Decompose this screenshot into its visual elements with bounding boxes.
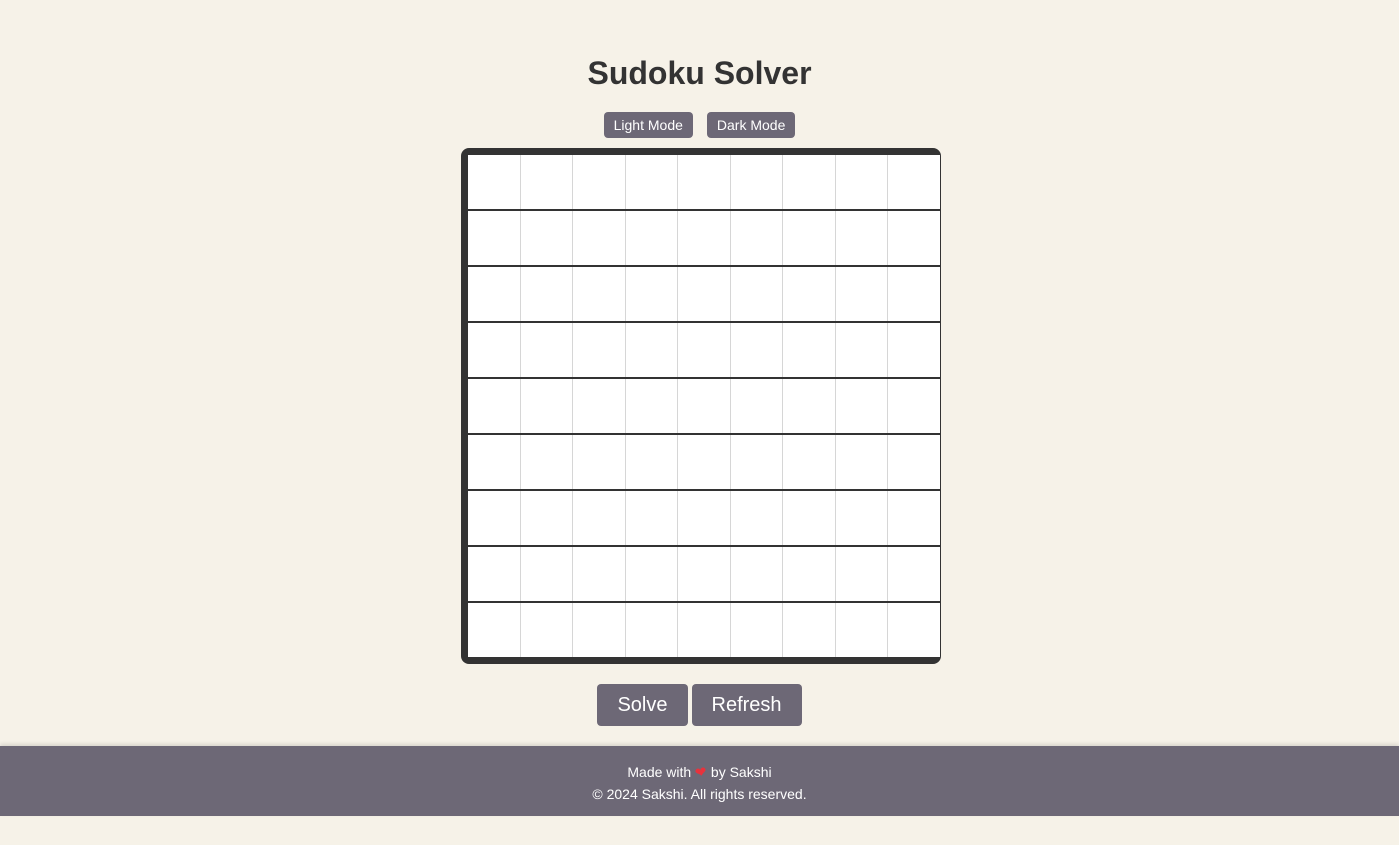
footer-copyright: © 2024 Sakshi. All rights reserved. <box>592 786 807 802</box>
sudoku-cell[interactable] <box>520 379 573 433</box>
sudoku-cell[interactable] <box>573 155 625 209</box>
sudoku-cell[interactable] <box>730 267 783 321</box>
sudoku-cell[interactable] <box>678 491 730 545</box>
sudoku-cell[interactable] <box>783 435 835 489</box>
sudoku-cell[interactable] <box>468 267 520 321</box>
sudoku-cell[interactable] <box>520 491 573 545</box>
sudoku-cell[interactable] <box>520 267 573 321</box>
sudoku-cell[interactable] <box>573 211 625 265</box>
sudoku-cell[interactable] <box>520 547 573 601</box>
sudoku-cell[interactable] <box>730 379 783 433</box>
sudoku-cell[interactable] <box>730 155 783 209</box>
sudoku-cell[interactable] <box>625 547 678 601</box>
sudoku-cell[interactable] <box>783 211 835 265</box>
sudoku-cell[interactable] <box>835 267 888 321</box>
sudoku-cell[interactable] <box>625 491 678 545</box>
page-title: Sudoku Solver <box>587 55 812 91</box>
sudoku-cell[interactable] <box>835 547 888 601</box>
sudoku-cell[interactable] <box>573 491 625 545</box>
sudoku-cell[interactable] <box>888 491 940 545</box>
refresh-button[interactable]: Refresh <box>691 684 802 726</box>
sudoku-grid <box>468 155 940 657</box>
sudoku-cell[interactable] <box>625 155 678 209</box>
footer: Made with ❤ by Sakshi © 2024 Sakshi. All r… <box>0 746 1399 816</box>
sudoku-cell[interactable] <box>783 323 835 377</box>
sudoku-cell[interactable] <box>520 603 573 657</box>
sudoku-cell[interactable] <box>625 211 678 265</box>
action-bar: Solve Refresh <box>0 684 1399 726</box>
sudoku-cell[interactable] <box>835 435 888 489</box>
sudoku-cell[interactable] <box>783 491 835 545</box>
sudoku-cell[interactable] <box>625 379 678 433</box>
sudoku-cell[interactable] <box>678 211 730 265</box>
sudoku-cell[interactable] <box>625 603 678 657</box>
sudoku-cell[interactable] <box>678 379 730 433</box>
sudoku-cell[interactable] <box>625 267 678 321</box>
sudoku-cell[interactable] <box>625 435 678 489</box>
sudoku-cell[interactable] <box>573 435 625 489</box>
sudoku-cell[interactable] <box>730 547 783 601</box>
sudoku-cell[interactable] <box>783 379 835 433</box>
sudoku-cell[interactable] <box>468 155 520 209</box>
sudoku-cell[interactable] <box>520 435 573 489</box>
heart-icon: ❤ <box>693 762 709 782</box>
sudoku-cell[interactable] <box>573 323 625 377</box>
sudoku-cell[interactable] <box>468 547 520 601</box>
sudoku-cell[interactable] <box>835 491 888 545</box>
sudoku-cell[interactable] <box>835 323 888 377</box>
footer-author: by Sakshi <box>710 764 772 780</box>
mode-switcher: Light Mode Dark Mode <box>0 112 1399 138</box>
sudoku-cell[interactable] <box>573 547 625 601</box>
footer-credit: Made with ❤ by Sakshi <box>0 763 1399 781</box>
sudoku-cell[interactable] <box>730 603 783 657</box>
sudoku-cell[interactable] <box>468 379 520 433</box>
sudoku-cell[interactable] <box>520 211 573 265</box>
sudoku-cell[interactable] <box>730 491 783 545</box>
sudoku-cell[interactable] <box>468 323 520 377</box>
sudoku-cell[interactable] <box>678 435 730 489</box>
sudoku-cell[interactable] <box>835 379 888 433</box>
sudoku-cell[interactable] <box>888 379 940 433</box>
sudoku-cell[interactable] <box>888 267 940 321</box>
sudoku-cell[interactable] <box>678 547 730 601</box>
light-mode-button[interactable]: Light Mode <box>603 112 693 138</box>
sudoku-cell[interactable] <box>888 155 940 209</box>
sudoku-cell[interactable] <box>678 323 730 377</box>
sudoku-board <box>461 148 941 664</box>
sudoku-cell[interactable] <box>888 603 940 657</box>
sudoku-cell[interactable] <box>888 547 940 601</box>
sudoku-cell[interactable] <box>678 267 730 321</box>
sudoku-cell[interactable] <box>835 603 888 657</box>
sudoku-cell[interactable] <box>783 155 835 209</box>
sudoku-cell[interactable] <box>888 435 940 489</box>
sudoku-cell[interactable] <box>468 491 520 545</box>
sudoku-cell[interactable] <box>783 267 835 321</box>
sudoku-cell[interactable] <box>468 435 520 489</box>
sudoku-cell[interactable] <box>783 603 835 657</box>
sudoku-cell[interactable] <box>835 211 888 265</box>
sudoku-cell[interactable] <box>783 547 835 601</box>
dark-mode-button[interactable]: Dark Mode <box>706 112 796 138</box>
sudoku-cell[interactable] <box>625 323 678 377</box>
sudoku-cell[interactable] <box>468 211 520 265</box>
sudoku-cell[interactable] <box>730 323 783 377</box>
solve-button[interactable]: Solve <box>597 684 688 726</box>
sudoku-cell[interactable] <box>573 379 625 433</box>
sudoku-cell[interactable] <box>888 323 940 377</box>
sudoku-cell[interactable] <box>730 211 783 265</box>
page: Sudoku Solver Light Mode Dark Mode Solve… <box>0 0 1399 845</box>
sudoku-cell[interactable] <box>520 323 573 377</box>
sudoku-cell[interactable] <box>573 603 625 657</box>
sudoku-cell[interactable] <box>888 211 940 265</box>
sudoku-cell[interactable] <box>835 155 888 209</box>
sudoku-cell[interactable] <box>520 155 573 209</box>
sudoku-cell[interactable] <box>730 435 783 489</box>
sudoku-cell[interactable] <box>678 603 730 657</box>
sudoku-cell[interactable] <box>468 603 520 657</box>
sudoku-cell[interactable] <box>573 267 625 321</box>
sudoku-cell[interactable] <box>678 155 730 209</box>
footer-made-with: Made with <box>627 764 692 780</box>
